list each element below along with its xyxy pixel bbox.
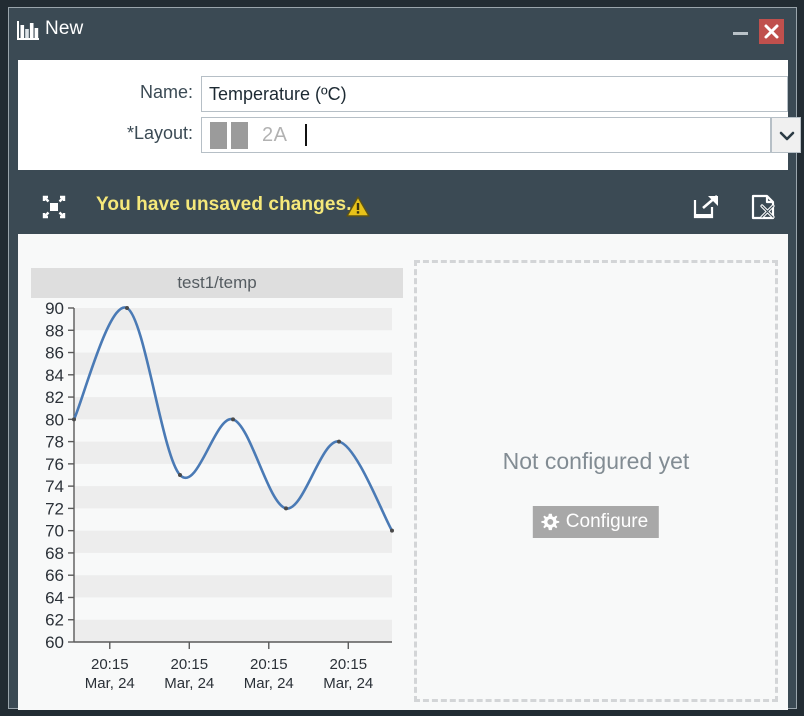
svg-text:70: 70 xyxy=(45,522,64,541)
layout-field-row: *Layout: 2A xyxy=(18,117,801,153)
title-bar: New xyxy=(9,8,796,52)
configure-button[interactable]: Configure xyxy=(532,506,660,538)
discard-document-icon[interactable] xyxy=(748,193,778,221)
svg-text:Mar, 24: Mar, 24 xyxy=(164,675,214,692)
svg-text:60: 60 xyxy=(45,633,64,652)
gear-icon xyxy=(541,513,560,532)
svg-text:82: 82 xyxy=(45,388,64,407)
minimize-button[interactable] xyxy=(730,22,752,42)
layout-value: 2A xyxy=(262,123,288,146)
chart-panel[interactable]: test1/temp 90 88 86 84 82 80 78 76 74 72 70 68 66 64 6… xyxy=(31,268,403,698)
svg-text:78: 78 xyxy=(45,433,64,452)
svg-text:84: 84 xyxy=(45,366,64,385)
chart-title-bar: test1/temp xyxy=(31,268,403,298)
layout-dropdown-button[interactable] xyxy=(771,117,801,153)
svg-text:80: 80 xyxy=(45,410,64,429)
open-in-new-window-icon[interactable] xyxy=(691,193,721,221)
svg-text:76: 76 xyxy=(45,455,64,474)
layout-label: *Layout: xyxy=(126,123,193,143)
svg-text:66: 66 xyxy=(45,566,64,585)
form-panel: Name: *Layout: 2A xyxy=(18,60,801,170)
not-configured-message: Not configured yet xyxy=(502,448,690,474)
configure-button-label: Configure xyxy=(565,511,649,532)
content-left-strip xyxy=(18,234,29,710)
name-field-row: Name: xyxy=(18,76,788,112)
chart-title: test1/temp xyxy=(177,273,257,292)
svg-text:74: 74 xyxy=(45,477,64,496)
unconfigured-widget-panel[interactable]: Not configured yet Configure xyxy=(414,260,778,702)
layout-swatch-left xyxy=(210,121,227,149)
svg-text:20:15: 20:15 xyxy=(250,656,288,673)
svg-text:72: 72 xyxy=(45,499,64,518)
fullscreen-expand-icon[interactable] xyxy=(42,195,66,219)
status-toolbar: You have unsaved changes. xyxy=(18,178,788,234)
svg-text:Mar, 24: Mar, 24 xyxy=(323,675,373,692)
svg-text:Mar, 24: Mar, 24 xyxy=(244,675,294,692)
line-chart: 90 88 86 84 82 80 78 76 74 72 70 68 66 64 62 60 20:15 Mar… xyxy=(45,302,394,692)
chevron-down-icon xyxy=(779,131,795,141)
dashboard-content-area: test1/temp 90 88 86 84 82 80 78 76 74 72 70 68 66 64 6… xyxy=(18,234,788,710)
layout-combobox[interactable]: 2A xyxy=(201,117,771,153)
svg-text:Mar, 24: Mar, 24 xyxy=(85,675,135,692)
window-title: New xyxy=(45,18,84,39)
svg-text:20:15: 20:15 xyxy=(91,656,129,673)
svg-text:64: 64 xyxy=(45,588,64,607)
svg-text:62: 62 xyxy=(45,611,64,630)
layout-swatch-right xyxy=(231,121,248,149)
unsaved-changes-message: You have unsaved changes. xyxy=(96,194,352,215)
svg-text:68: 68 xyxy=(45,544,64,563)
svg-text:88: 88 xyxy=(45,321,64,340)
name-input[interactable] xyxy=(201,76,788,112)
bar-chart-icon xyxy=(17,21,39,40)
svg-text:20:15: 20:15 xyxy=(171,656,209,673)
window-inner-frame: New Name: *Layout: 2A xyxy=(8,7,801,710)
text-cursor xyxy=(305,124,308,146)
app-window: New Name: *Layout: 2A xyxy=(0,0,804,716)
svg-text:90: 90 xyxy=(45,302,64,318)
name-label: Name: xyxy=(139,82,193,102)
svg-text:20:15: 20:15 xyxy=(330,656,368,673)
close-button[interactable] xyxy=(759,19,784,44)
svg-text:86: 86 xyxy=(45,344,64,363)
warning-triangle-icon xyxy=(345,195,371,219)
